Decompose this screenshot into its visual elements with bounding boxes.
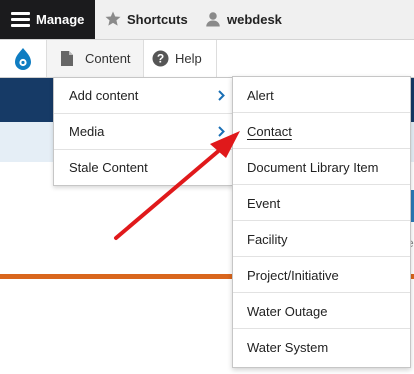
help-icon: ? — [152, 50, 169, 67]
submenu-item-water-system[interactable]: Water System — [233, 329, 410, 364]
content-menu-label: Content — [85, 51, 131, 66]
shortcuts-label: Shortcuts — [127, 12, 188, 27]
submenu-item-label: Facility — [247, 232, 288, 247]
submenu-item-water-outage[interactable]: Water Outage — [233, 293, 410, 329]
submenu-item-label: Event — [247, 196, 281, 211]
manage-label: Manage — [36, 12, 85, 27]
hamburger-icon — [11, 12, 30, 27]
content-dropdown-menu: Add content Media Stale Content — [53, 77, 233, 186]
chevron-right-icon — [218, 126, 225, 137]
menu-item-label: Stale Content — [69, 160, 148, 175]
submenu-item-document-library-item[interactable]: Document Library Item — [233, 149, 410, 185]
content-menu-button[interactable]: Content — [47, 40, 144, 77]
chevron-right-icon — [218, 90, 225, 101]
document-icon — [61, 51, 73, 66]
admin-menu-bar: Content ? Help — [0, 40, 414, 78]
submenu-item-label: Water Outage — [247, 304, 328, 319]
drupal-logo-icon — [15, 48, 31, 70]
add-content-submenu: Alert Contact Document Library Item Even… — [232, 76, 411, 368]
user-account-button[interactable]: webdesk — [200, 0, 310, 39]
user-icon — [206, 12, 220, 27]
submenu-item-event[interactable]: Event — [233, 185, 410, 221]
submenu-item-label: Water System — [247, 340, 329, 355]
submenu-item-alert[interactable]: Alert — [233, 77, 410, 113]
manage-button[interactable]: Manage — [0, 0, 95, 39]
submenu-item-label: Document Library Item — [247, 160, 379, 175]
menu-item-label: Add content — [69, 88, 139, 103]
menu-item-label: Media — [69, 124, 105, 139]
submenu-item-contact[interactable]: Contact — [233, 113, 410, 149]
submenu-item-label: Alert — [247, 88, 274, 103]
help-menu-button[interactable]: ? Help — [144, 40, 217, 77]
help-menu-label: Help — [175, 51, 202, 66]
submenu-item-label: Project/Initiative — [247, 268, 339, 283]
submenu-item-project-initiative[interactable]: Project/Initiative — [233, 257, 410, 293]
submenu-item-label: Contact — [247, 124, 292, 139]
menu-item-add-content[interactable]: Add content — [54, 78, 232, 114]
menu-item-stale-content[interactable]: Stale Content — [54, 150, 232, 185]
submenu-item-facility[interactable]: Facility — [233, 221, 410, 257]
user-label: webdesk — [227, 12, 282, 27]
admin-toolbar: Manage Shortcuts webdesk — [0, 0, 414, 40]
shortcuts-button[interactable]: Shortcuts — [100, 0, 192, 39]
drupal-home-link[interactable] — [0, 40, 47, 77]
svg-text:?: ? — [157, 52, 164, 66]
star-icon — [105, 11, 121, 26]
menu-item-media[interactable]: Media — [54, 114, 232, 150]
